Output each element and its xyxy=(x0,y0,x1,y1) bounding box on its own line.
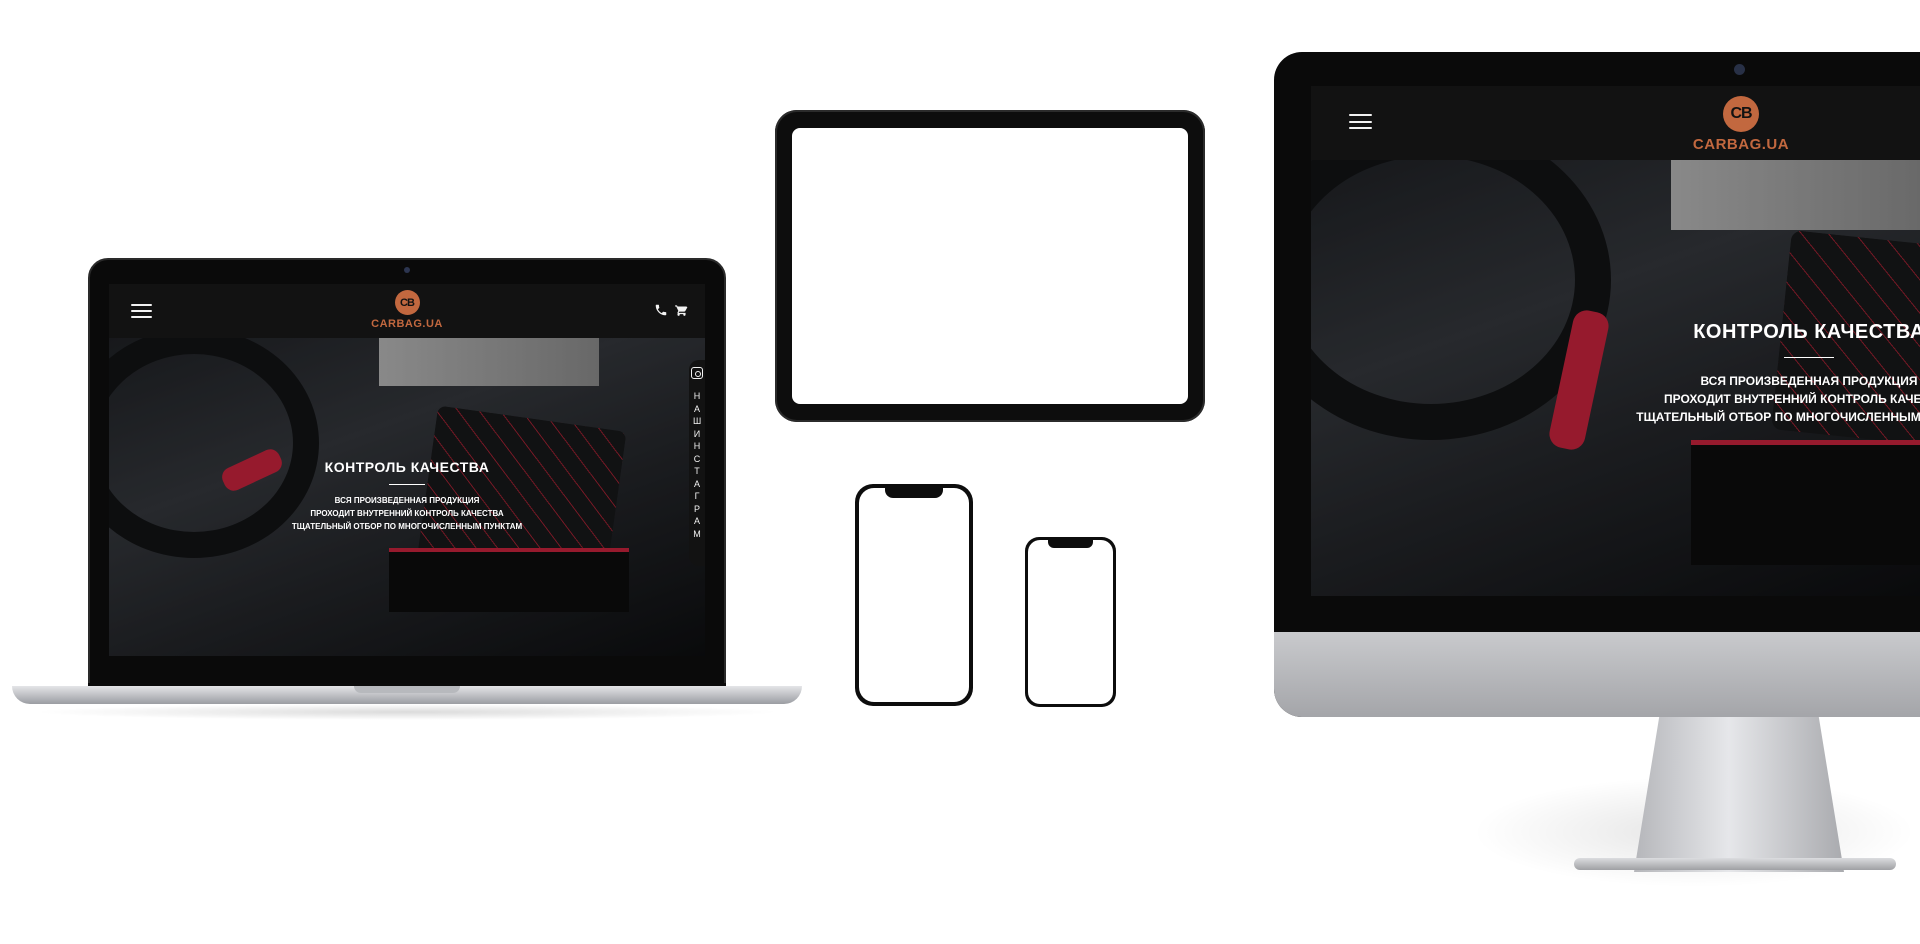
tablet-mockup xyxy=(775,110,1205,422)
laptop-hero: КОНТРОЛЬ КАЧЕСТВА ВСЯ ПРОИЗВЕДЕННАЯ ПРОД… xyxy=(109,338,705,656)
instagram-label: НАШ ИНСТАГРАМ xyxy=(693,391,702,539)
hero-line-1-desktop: ВСЯ ПРОИЗВЕДЕННАЯ ПРОДУКЦИЯ xyxy=(1700,374,1918,388)
tablet-screen xyxy=(792,128,1188,404)
laptop-shadow xyxy=(32,704,782,720)
phone-screen-large xyxy=(859,488,969,702)
hero-line-2: ПРОХОДИТ ВНУТРЕННИЙ КОНТРОЛЬ КАЧЕСТВА xyxy=(310,509,504,518)
desktop-site-header: CB CARBAG.UA xyxy=(1311,86,1920,160)
logo-mark-icon: CB xyxy=(394,290,420,315)
monitor-stand xyxy=(1634,717,1844,872)
laptop-site-header: CB CARBAG.UA xyxy=(109,284,705,338)
laptop-notch xyxy=(354,686,460,693)
phone-notch-small xyxy=(1048,540,1093,548)
hero-line-3-desktop: ТЩАТЕЛЬНЫЙ ОТБОР ПО МНОГОЧИСЛЕННЫМ ПУНКТ… xyxy=(1636,410,1920,424)
menu-icon[interactable] xyxy=(131,304,152,318)
logo-text: CARBAG.UA xyxy=(371,318,443,330)
laptop-mockup: CB CARBAG.UA КОНТРОЛЬ КАЧЕСТВА ВСЯ ПРОИЗ… xyxy=(12,258,802,728)
laptop-logo[interactable]: CB CARBAG.UA xyxy=(367,290,447,330)
desktop-logo[interactable]: CB CARBAG.UA xyxy=(1686,96,1796,153)
logo-mark-icon-desktop: CB xyxy=(1723,96,1759,132)
hero-divider xyxy=(389,484,425,485)
phone-mockup-large xyxy=(855,484,973,706)
logo-text-desktop: CARBAG.UA xyxy=(1692,136,1790,153)
hero-divider-desktop xyxy=(1784,357,1834,358)
monitor-chin xyxy=(1274,632,1920,717)
desktop-hero: КОНТРОЛЬ КАЧЕСТВА ВСЯ ПРОИЗВЕДЕННАЯ ПРОД… xyxy=(1311,160,1920,596)
cart-icon[interactable] xyxy=(674,303,689,317)
desktop-hero-text: КОНТРОЛЬ КАЧЕСТВА ВСЯ ПРОИЗВЕДЕННАЯ ПРОД… xyxy=(1589,321,1920,426)
phone-notch-large xyxy=(885,488,943,498)
hero-line-1: ВСЯ ПРОИЗВЕДЕННАЯ ПРОДУКЦИЯ xyxy=(334,496,480,505)
laptop-screen: CB CARBAG.UA КОНТРОЛЬ КАЧЕСТВА ВСЯ ПРОИЗ… xyxy=(109,284,705,656)
instagram-tab[interactable]: НАШ ИНСТАГРАМ xyxy=(689,360,705,566)
hero-title-desktop: КОНТРОЛЬ КАЧЕСТВА xyxy=(1693,321,1920,343)
laptop-camera xyxy=(404,267,410,273)
phone-screen-small xyxy=(1028,540,1113,704)
laptop-hero-text: КОНТРОЛЬ КАЧЕСТВА ВСЯ ПРОИЗВЕДЕННАЯ ПРОД… xyxy=(109,459,705,533)
instagram-icon xyxy=(691,367,703,379)
monitor-camera xyxy=(1734,64,1745,75)
phone-icon[interactable] xyxy=(654,303,668,317)
desktop-mockup: CB CARBAG.UA КОНТРОЛЬ КАЧЕСТВА ВСЯ ПРОИЗ… xyxy=(1274,52,1920,944)
hero-title: КОНТРОЛЬ КАЧЕСТВА xyxy=(324,459,490,475)
hero-line-2-desktop: ПРОХОДИТ ВНУТРЕННИЙ КОНТРОЛЬ КАЧЕСТВА xyxy=(1664,392,1920,406)
monitor-screen: CB CARBAG.UA КОНТРОЛЬ КАЧЕСТВА ВСЯ ПРОИЗ… xyxy=(1311,86,1920,596)
phone-mockup-small xyxy=(1025,537,1116,707)
hero-line-3: ТЩАТЕЛЬНЫЙ ОТБОР ПО МНОГОЧИСЛЕННЫМ ПУНКТ… xyxy=(291,522,523,531)
menu-icon-desktop[interactable] xyxy=(1349,114,1372,129)
monitor-foot xyxy=(1574,858,1896,870)
